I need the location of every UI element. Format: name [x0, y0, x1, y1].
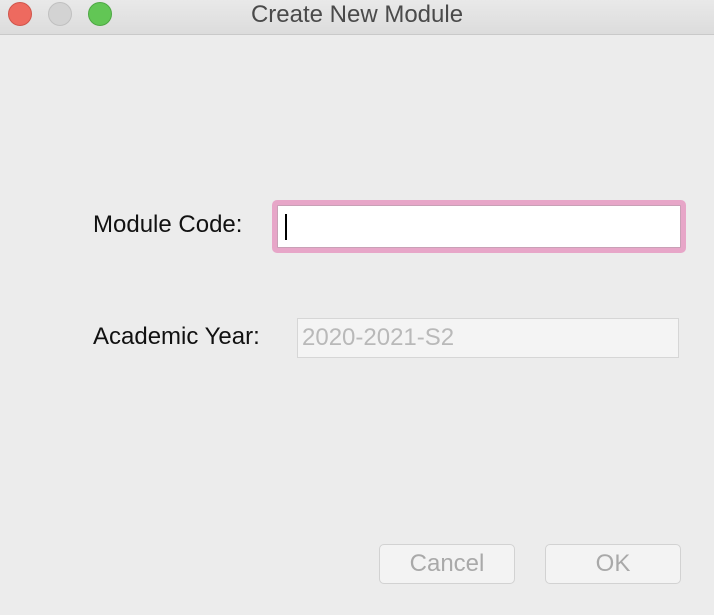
text-caret: [285, 214, 287, 240]
academic-year-field: 2020-2021-S2: [297, 318, 679, 358]
module-code-input[interactable]: [277, 205, 681, 248]
academic-year-label: Academic Year:: [93, 323, 260, 350]
module-code-label: Module Code:: [93, 211, 243, 238]
ok-button[interactable]: OK: [545, 544, 681, 584]
title-bar: Create New Module: [0, 0, 714, 35]
window-title: Create New Module: [250, 1, 464, 28]
cancel-button[interactable]: Cancel: [379, 544, 515, 584]
dialog-window: Create New Module Module Code: Academic …: [0, 0, 714, 615]
